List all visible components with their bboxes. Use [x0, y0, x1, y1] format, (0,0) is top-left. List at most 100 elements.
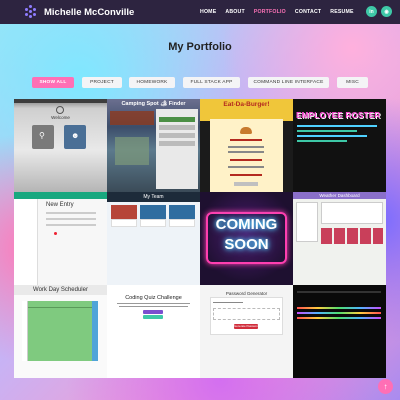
- github-icon[interactable]: ◉: [381, 6, 392, 17]
- forecast-card: [360, 228, 371, 244]
- portfolio-item-employee-roster[interactable]: EMPLOYEE ROSTER: [293, 99, 386, 192]
- thumb-heading: Welcome: [51, 115, 70, 120]
- thumb-heading: New Entry: [46, 202, 74, 208]
- portfolio-item-coming-soon[interactable]: COMING SOON: [200, 192, 293, 285]
- text-line: [297, 135, 367, 137]
- brand-name[interactable]: Michelle McConville: [44, 7, 134, 18]
- list-line: [228, 166, 264, 168]
- burger-icon: [240, 127, 252, 134]
- nav-home[interactable]: HOME: [200, 9, 216, 15]
- portfolio-item-weather-dashboard[interactable]: Weather Dashboard: [293, 192, 386, 285]
- input-line: [46, 218, 96, 220]
- nav-resume[interactable]: RESUME: [330, 9, 353, 15]
- forecast-card: [347, 228, 358, 244]
- filter-command-line-interface[interactable]: COMMAND LINE INTERFACE: [248, 77, 329, 88]
- nav-contact[interactable]: CONTACT: [295, 9, 321, 15]
- coming-text: COMING: [215, 216, 278, 233]
- input-line: [46, 212, 96, 214]
- thumb-heading: Password Generator: [225, 291, 268, 296]
- list-row: [159, 133, 195, 138]
- portfolio-item-welcome[interactable]: Welcome ⚲ ☻: [14, 99, 107, 192]
- filter-project[interactable]: PROJECT: [82, 77, 122, 88]
- color-bar: [297, 312, 381, 314]
- save-column: [92, 301, 98, 361]
- filter-homework[interactable]: HOMEWORK: [129, 77, 175, 88]
- nav-menu: HOME ABOUT PORTFOLIO CONTACT RESUME: [200, 0, 354, 24]
- list-line: [228, 151, 264, 153]
- portfolio-item-my-team[interactable]: My Team: [107, 192, 200, 285]
- schedule-rows: [28, 301, 92, 361]
- thumb-heading: Work Day Scheduler: [33, 287, 88, 293]
- thumb-heading: My Team: [143, 194, 164, 200]
- thumb-heading: Coding Quiz Challenge: [125, 295, 182, 301]
- search-panel: [296, 202, 318, 242]
- forecast-card: [321, 228, 332, 244]
- generate-button: Generate Password: [234, 324, 259, 329]
- status-dot: [54, 232, 57, 235]
- text-line: [297, 130, 357, 132]
- portfolio-item-new-entry[interactable]: New Entry: [14, 192, 107, 285]
- top-line: [297, 291, 381, 293]
- forecast-card: [334, 228, 345, 244]
- text-line: [117, 303, 190, 304]
- current-weather: [321, 202, 383, 224]
- photo-block: [115, 137, 149, 165]
- color-bar: [297, 317, 381, 319]
- top-navbar: Michelle McConville HOME ABOUT PORTFOLIO…: [0, 0, 400, 24]
- arrow-up-icon: ↑: [383, 382, 388, 391]
- filter-show-all[interactable]: SHOW ALL: [32, 77, 74, 88]
- section-heading: [230, 139, 262, 141]
- app-logo-icon: [56, 106, 64, 114]
- soon-text: SOON: [224, 236, 269, 253]
- user-icon: ☻: [71, 131, 80, 140]
- page-title: My Portfolio: [168, 41, 232, 53]
- portfolio-item-coding-quiz-challenge[interactable]: Coding Quiz Challenge: [107, 285, 200, 378]
- browser-bar: [14, 99, 107, 103]
- thumb-heading: Eat-Da-Burger!: [223, 101, 270, 108]
- portfolio-item-eat-da-burger[interactable]: Eat-Da-Burger!: [200, 99, 293, 192]
- portfolio-item-color-bars[interactable]: [293, 285, 386, 378]
- text-line: [297, 140, 347, 142]
- team-card: [169, 205, 195, 219]
- label-line: [213, 302, 243, 303]
- team-card: [140, 205, 166, 219]
- forecast-card: [373, 228, 383, 244]
- portfolio-item-camping-spot-finder[interactable]: Camping Spot 🏕 Finder: [107, 99, 200, 192]
- team-card-body: [111, 219, 137, 227]
- list-row: [159, 117, 195, 122]
- team-card: [111, 205, 137, 219]
- color-bar: [297, 307, 381, 309]
- sidebar-panel: [14, 199, 38, 285]
- logo-icon[interactable]: [24, 5, 38, 19]
- list-row: [159, 141, 195, 146]
- input-line: [46, 224, 96, 226]
- filter-full-stack-app[interactable]: FULL STACK APP: [183, 77, 240, 88]
- team-card-body: [140, 219, 166, 227]
- password-output: [213, 308, 280, 320]
- hour-column: [22, 301, 28, 361]
- row-divider: [28, 307, 92, 308]
- nav-about[interactable]: ABOUT: [225, 9, 244, 15]
- text-line: [297, 125, 377, 127]
- portfolio-item-password-generator[interactable]: Password Generator Generate Password: [200, 285, 293, 378]
- section-heading: [230, 174, 262, 176]
- list-line: [228, 146, 264, 148]
- filter-misc[interactable]: MISC: [337, 77, 368, 88]
- quiz-option: [143, 315, 163, 319]
- search-icon: ⚲: [39, 131, 45, 140]
- portfolio-item-work-day-scheduler[interactable]: Work Day Scheduler: [14, 285, 107, 378]
- nav-portfolio[interactable]: PORTFOLIO: [254, 9, 286, 15]
- thumb-heading: Camping Spot 🏕 Finder: [121, 101, 186, 107]
- photo-block: [110, 111, 154, 125]
- thumb-heading: Weather Dashboard: [319, 193, 360, 198]
- team-card-body: [169, 219, 195, 227]
- linkedin-icon[interactable]: in: [366, 6, 377, 17]
- start-button: [143, 310, 163, 314]
- input-box: [234, 182, 258, 186]
- list-row: [159, 125, 195, 130]
- thumb-heading: EMPLOYEE ROSTER: [296, 111, 381, 120]
- section-heading: [230, 159, 262, 161]
- header-band: [14, 192, 107, 199]
- back-to-top-button[interactable]: ↑: [378, 379, 393, 394]
- text-line: [119, 306, 188, 307]
